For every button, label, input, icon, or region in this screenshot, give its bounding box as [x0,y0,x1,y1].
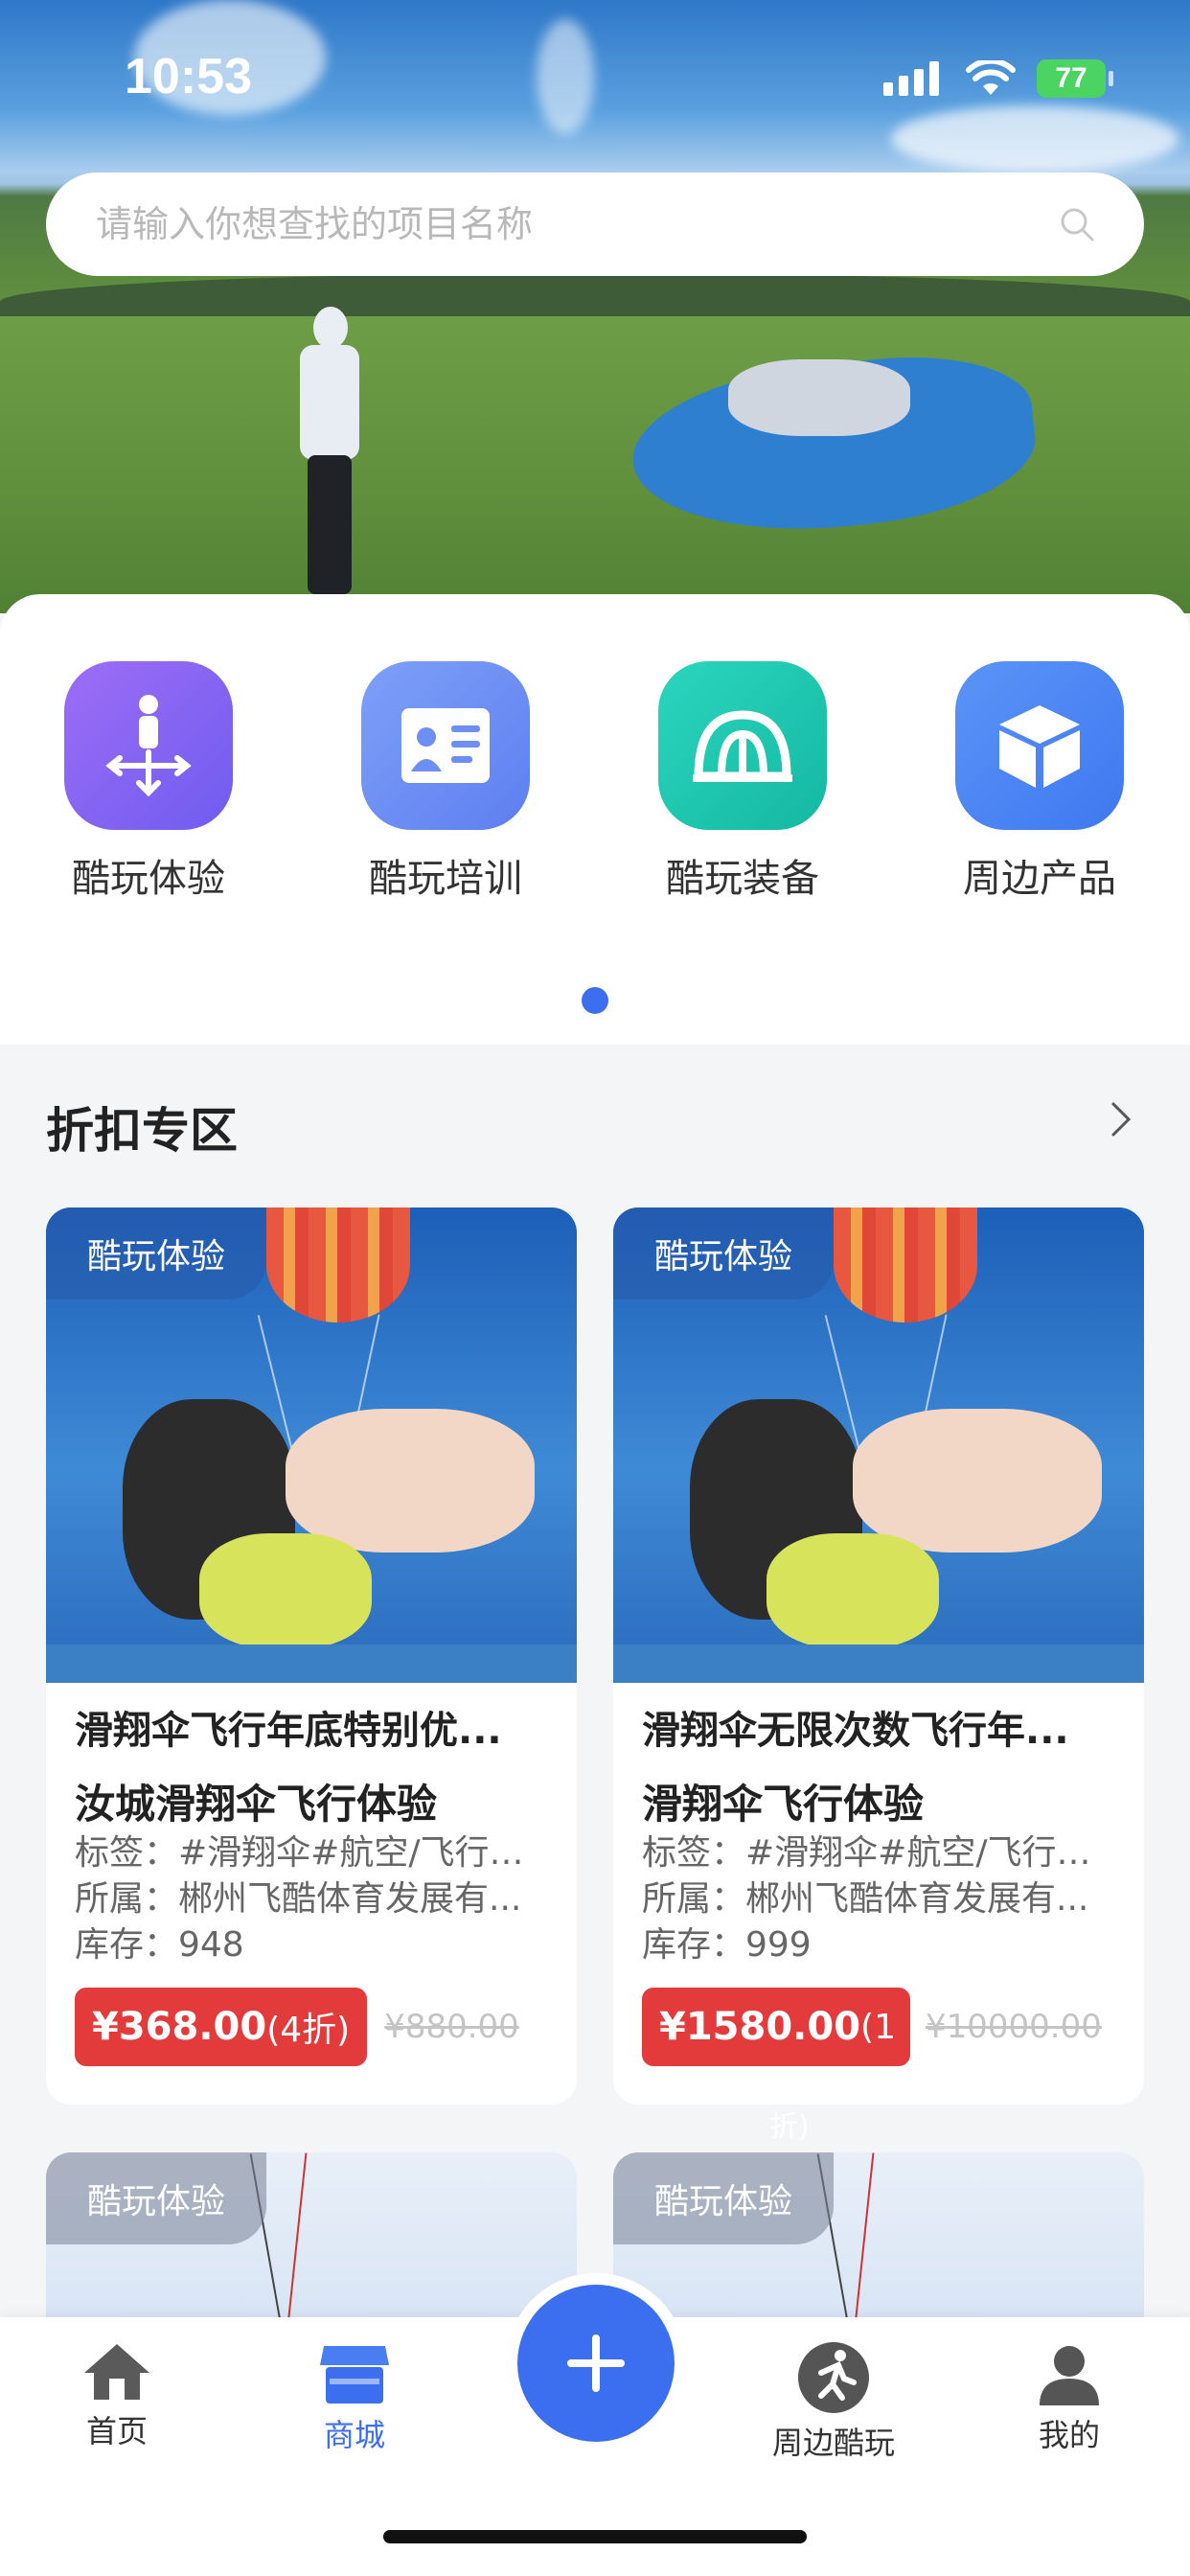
section-title: 折扣专区 [46,1103,238,1159]
home-indicator[interactable] [383,2530,807,2543]
category-merch[interactable]: 周边产品 [891,661,1188,903]
training-board-icon [361,661,530,830]
category-training[interactable]: 酷玩培训 [297,661,594,903]
price-amount: ¥1580.00 [659,2005,861,2049]
product-image[interactable]: 酷玩体验 [46,1208,577,1683]
nav-mall[interactable]: 商城 [278,2340,431,2455]
product-title: 滑翔伞飞行年底特别优... [75,1709,502,1753]
nav-label: 周边酷玩 [771,2425,895,2461]
status-bar: 10:53 77 [0,0,1190,153]
storefront-icon [320,2346,389,2404]
original-price: ¥880.00 [384,2008,519,2046]
nav-nearby[interactable]: 周边酷玩 [757,2340,910,2463]
product-category-tag: 酷玩体验 [613,1208,834,1300]
product-image[interactable]: 酷玩体验 [46,2152,577,2344]
cellular-signal-icon [883,61,939,96]
price-discount: (4折) [266,2011,351,2050]
chevron-right-icon[interactable] [1102,1100,1140,1138]
box-icon [955,661,1124,830]
product-category-tag: 酷玩体验 [613,2152,834,2244]
home-icon [84,2344,149,2400]
price-discount-overflow: 折) [769,2110,810,2144]
product-subtitle: 滑翔伞飞行体验 [642,1781,925,1828]
product-stock: 库存：999 [642,1925,812,1965]
plus-icon [567,2334,625,2392]
search-bar[interactable] [46,172,1144,276]
search-input[interactable] [94,202,1058,246]
product-owner: 所属：郴州飞酷体育发展有... [75,1879,522,1919]
battery-icon: 77 [1037,59,1113,98]
product-category-tag: 酷玩体验 [46,2152,266,2244]
product-image[interactable]: 酷玩体验 [613,1208,1144,1683]
product-tags: 标签：#滑翔伞#航空/飞行#... [642,1833,1115,1873]
wifi-icon [966,60,1016,95]
product-card[interactable]: 酷玩体验 [613,2152,1144,2344]
original-price: ¥10000.00 [926,2008,1102,2046]
product-category-tag: 酷玩体验 [46,1208,266,1300]
category-label: 酷玩体验 [72,857,225,901]
hero-person [292,307,369,594]
price-badge[interactable]: ¥368.00 (4折) [75,1988,368,2066]
category-equipment[interactable]: 酷玩装备 [594,661,891,903]
product-owner: 所属：郴州飞酷体育发展有... [642,1879,1089,1919]
price-amount: ¥368.00 [92,2005,267,2049]
product-card[interactable]: 酷玩体验 滑翔伞无限次数飞行年... 滑翔伞飞行体验 标签：#滑翔伞#航空/飞行… [613,1208,1144,2104]
status-time: 10:53 [125,49,252,104]
product-stock: 库存：948 [75,1925,244,1965]
add-button[interactable] [517,2285,675,2442]
person-arrows-icon [64,661,233,830]
nav-label: 首页 [85,2413,148,2450]
search-icon[interactable] [1058,205,1096,243]
nav-home[interactable]: 首页 [40,2340,194,2451]
nav-label: 商城 [323,2417,385,2453]
user-icon [1040,2346,1099,2405]
category-panel: 酷玩体验 酷玩培训 酷玩装备 周边产品 [0,594,1190,1045]
product-subtitle: 汝城滑翔伞飞行体验 [75,1781,438,1828]
product-card[interactable]: 酷玩体验 滑翔伞飞行年底特别优... 汝城滑翔伞飞行体验 标签：#滑翔伞#航空/… [46,1208,577,2104]
carousel-page-indicator[interactable] [582,987,608,1014]
nav-mine[interactable]: 我的 [993,2340,1146,2455]
runner-icon [798,2342,869,2413]
product-title: 滑翔伞无限次数飞行年... [642,1709,1069,1753]
category-label: 周边产品 [963,857,1116,901]
price-badge[interactable]: ¥1580.00 (1 [642,1988,910,2066]
tent-icon [658,661,827,830]
product-card[interactable]: 酷玩体验 [46,2152,577,2344]
nav-label: 我的 [1038,2417,1100,2453]
category-label: 酷玩装备 [666,857,819,901]
product-tags: 标签：#滑翔伞#航空/飞行#... [75,1833,548,1873]
category-experience[interactable]: 酷玩体验 [0,661,297,903]
product-image[interactable]: 酷玩体验 [613,2152,1144,2344]
category-label: 酷玩培训 [369,857,522,901]
price-discount: (1 [860,2007,896,2047]
